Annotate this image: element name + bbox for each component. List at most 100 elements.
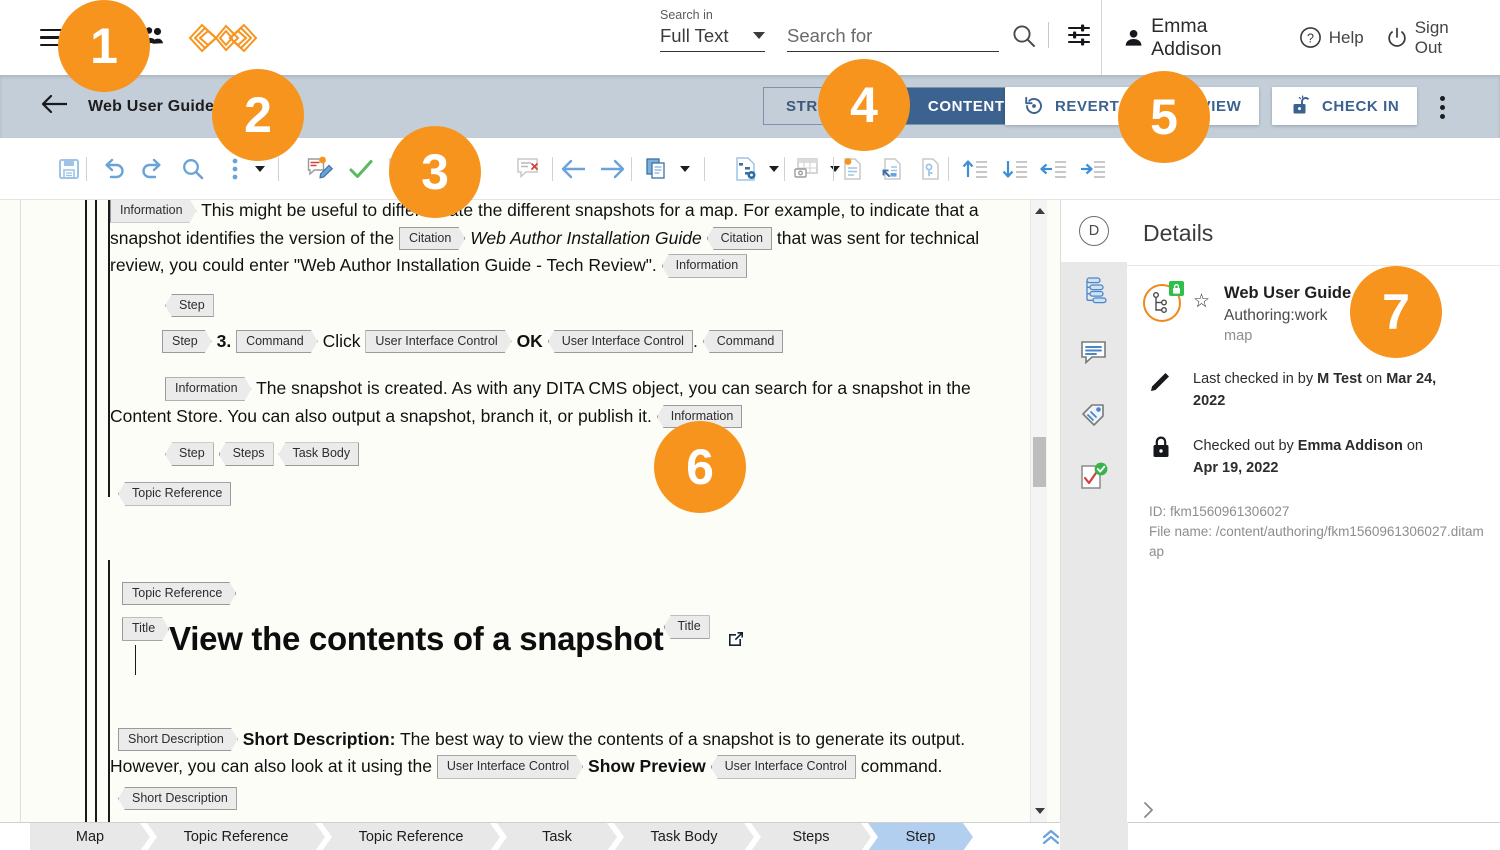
structure-tab[interactable] [1061, 262, 1127, 324]
xml-tag-close[interactable]: User Interface Control [547, 329, 693, 354]
document-shortdesc[interactable]: Short Description Short Description: The… [110, 726, 1010, 781]
document-closers[interactable]: Short Description [110, 785, 1010, 813]
editor-scrollbar[interactable] [1030, 200, 1047, 822]
checked-out-text: Checked out by Emma Addison on Apr 19, 2… [1193, 435, 1443, 480]
accept-change-icon[interactable] [344, 152, 378, 186]
undo-icon[interactable] [96, 152, 130, 186]
topic-title[interactable]: View the contents of a snapshot [169, 620, 664, 657]
search-icon[interactable] [1010, 22, 1038, 55]
find-replace-icon[interactable] [176, 152, 210, 186]
xml-tag-open[interactable]: User Interface Control [437, 755, 583, 779]
track-changes-icon[interactable] [303, 152, 337, 186]
checked-in-mid: on [1362, 371, 1387, 387]
scroll-up-icon[interactable] [1035, 208, 1045, 214]
xml-tag-close[interactable]: Information [661, 254, 748, 278]
double-chevron-up-icon[interactable] [1040, 827, 1062, 850]
back-arrow-icon[interactable] [40, 93, 70, 120]
previous-icon[interactable] [557, 152, 591, 186]
breadcrumb-end-filler [1060, 822, 1128, 850]
xml-tag-open[interactable]: Title [122, 617, 169, 641]
breadcrumb-item-task[interactable]: Task [497, 823, 617, 850]
document-paragraph[interactable]: Information The snapshot is created. As … [110, 375, 1010, 430]
details-object-type: map [1224, 328, 1253, 344]
lock-icon [1149, 435, 1173, 480]
xml-tag-close[interactable]: User Interface Control [710, 755, 856, 779]
star-icon[interactable]: ☆ [1193, 290, 1210, 344]
callout-6: 6 [654, 421, 746, 513]
callout-1: 1 [58, 0, 150, 92]
breadcrumb-item-topic-reference[interactable]: Topic Reference [147, 823, 325, 850]
xml-tag-open[interactable]: Topic Reference [122, 582, 236, 606]
search-area: Search in Full Text [660, 8, 999, 52]
xml-tag-close[interactable]: Steps [218, 442, 274, 466]
xml-tag-close[interactable]: Short Description [118, 786, 237, 811]
next-icon[interactable] [595, 152, 629, 186]
search-in-select[interactable]: Search in Full Text [660, 8, 765, 52]
document-title-block[interactable]: Title View the contents of a snapshot Titl… [110, 613, 1010, 676]
insert-topic-icon[interactable] [836, 152, 870, 186]
tag-icon [1079, 401, 1109, 434]
xml-tag-open[interactable]: Step [162, 330, 212, 354]
check-in-button[interactable]: CHECK IN [1272, 87, 1418, 125]
help-label: Help [1328, 27, 1364, 47]
tags-tab[interactable] [1061, 386, 1127, 448]
xml-tag-close[interactable]: Title [663, 615, 710, 639]
document-body[interactable]: Information This might be useful to diff… [110, 200, 1010, 822]
redo-icon[interactable] [136, 152, 170, 186]
xml-tag-close[interactable]: Task Body [278, 442, 360, 466]
breadcrumb-item-steps[interactable]: Steps [751, 823, 871, 850]
xml-tag-open[interactable]: Citation [399, 227, 465, 251]
xml-tag-open[interactable]: Command [236, 330, 318, 354]
xml-tag-close[interactable]: Step [165, 442, 214, 466]
xml-tag-open[interactable]: Information [110, 200, 197, 223]
xml-tag-close[interactable]: Topic Reference [118, 482, 232, 506]
save-icon[interactable] [52, 152, 86, 186]
open-in-new-icon[interactable] [727, 629, 745, 657]
step-number: 3. [216, 330, 232, 351]
details-tab[interactable]: D [1061, 200, 1127, 262]
search-input[interactable] [787, 25, 999, 52]
breadcrumb-item-step[interactable]: Step [868, 823, 973, 850]
header-divider [1048, 22, 1049, 48]
structure-icon [1078, 276, 1110, 311]
xml-tag-close[interactable]: Step [165, 293, 214, 318]
comments-tab[interactable] [1061, 324, 1127, 386]
ui-control-text: Show Preview [588, 756, 706, 777]
kebab-menu-icon[interactable] [1440, 92, 1445, 123]
breadcrumb-item-topic-reference-2[interactable]: Topic Reference [322, 823, 500, 850]
search-filters-icon[interactable] [1066, 22, 1092, 53]
outdent-icon[interactable] [1037, 152, 1071, 186]
xml-tag-close[interactable]: Citation [706, 226, 772, 251]
scrollbar-thumb[interactable] [1033, 437, 1046, 487]
insert-element-caret-icon[interactable] [757, 152, 791, 186]
user-account-button[interactable]: Emma Addison [1124, 15, 1277, 61]
insert-link-icon[interactable] [875, 152, 909, 186]
review-tab[interactable] [1061, 448, 1127, 510]
move-down-icon[interactable] [998, 152, 1032, 186]
document-opener[interactable]: Topic Reference [110, 580, 1010, 608]
breadcrumb-item-task-body[interactable]: Task Body [614, 823, 754, 850]
document-closers[interactable]: Step Steps Task Body [110, 440, 1010, 468]
document-paragraph[interactable]: Information This might be useful to diff… [110, 200, 1010, 280]
details-object-name: Web User Guide [1224, 284, 1352, 302]
check-in-label: CHECK IN [1322, 97, 1400, 115]
document-closers[interactable]: Topic Reference [110, 480, 1010, 508]
move-up-icon[interactable] [958, 152, 992, 186]
remove-comment-icon[interactable] [512, 152, 546, 186]
xml-tag-open[interactable]: Information [165, 377, 252, 401]
xml-tag-open[interactable]: User Interface Control [365, 330, 511, 354]
insert-key-icon[interactable] [913, 152, 947, 186]
sign-out-button[interactable]: Sign Out [1386, 18, 1478, 58]
help-button[interactable]: ? Help [1299, 26, 1364, 49]
xml-tag-close[interactable]: Command [702, 329, 784, 354]
indent-icon[interactable] [1076, 152, 1110, 186]
xml-tag-open[interactable]: Short Description [118, 728, 238, 752]
scroll-down-icon[interactable] [1035, 808, 1045, 814]
sign-out-label: Sign Out [1414, 17, 1449, 57]
copy-paste-caret-icon[interactable] [668, 152, 702, 186]
xml-editor-canvas[interactable]: Information This might be useful to diff… [0, 200, 1060, 822]
document-closers[interactable]: Step [110, 292, 1010, 320]
details-id-line: ID: fkm1560961306027 [1149, 503, 1290, 519]
document-step[interactable]: Step 3. Command Click User Interface Con… [110, 328, 1010, 356]
breadcrumb-item-map[interactable]: Map [30, 823, 150, 850]
